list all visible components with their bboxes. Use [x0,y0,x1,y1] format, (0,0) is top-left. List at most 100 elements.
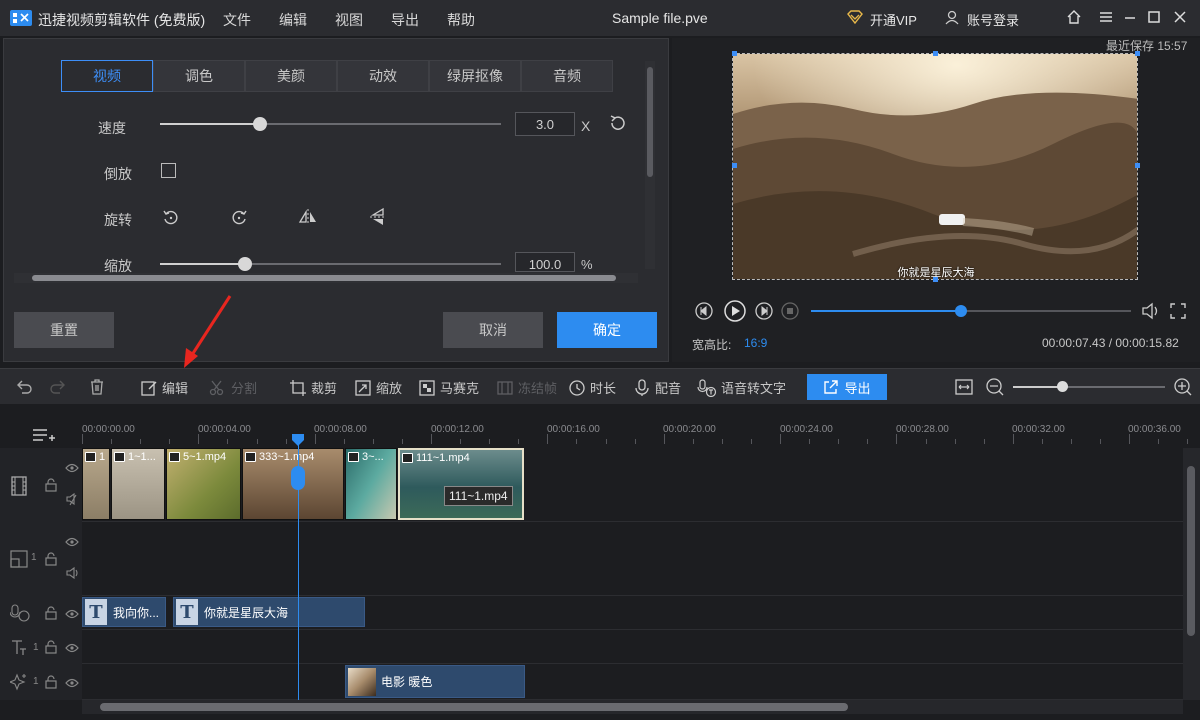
zoom-button[interactable]: 缩放 [354,378,402,397]
split-button[interactable]: 分割 [209,378,257,397]
tab-audio[interactable]: 音频 [521,60,613,92]
timeline-hscroll-thumb[interactable] [100,703,848,711]
resize-handle[interactable] [732,51,737,56]
lock-icon[interactable] [44,552,58,566]
lock-icon[interactable] [44,478,58,492]
props-hscrollbar[interactable] [14,273,638,283]
speed-input[interactable]: 3.0 [515,112,575,136]
visibility-icon[interactable] [65,609,79,619]
props-vscroll-thumb[interactable] [647,67,653,177]
menu-export[interactable]: 导出 [391,10,419,30]
add-track-icon[interactable] [31,426,55,444]
flip-vertical-icon[interactable] [368,207,388,227]
overlay-track-header: 1 [0,522,82,596]
resize-handle[interactable] [933,51,938,56]
rotate-right-icon[interactable] [229,207,249,227]
fullscreen-icon[interactable] [1168,301,1188,321]
previous-frame-icon[interactable] [694,301,714,321]
stop-icon[interactable] [780,301,800,321]
tab-video[interactable]: 视频 [61,60,153,92]
lock-icon[interactable] [44,640,58,654]
aspect-ratio-value[interactable]: 16:9 [744,336,767,350]
props-hscroll-thumb[interactable] [32,275,616,281]
tab-green-screen[interactable]: 绿屏抠像 [429,60,521,92]
reset-button[interactable]: 重置 [14,312,114,348]
speech-to-text-button[interactable]: 语音转文字 [697,378,786,397]
playback-progress-bar[interactable] [811,305,1131,317]
duration-button[interactable]: 时长 [568,378,616,397]
login-link[interactable]: 账号登录 [967,10,1019,29]
speech-to-text-label: 语音转文字 [721,381,787,396]
minimize-icon[interactable] [1122,9,1140,27]
time-ruler[interactable]: 00:00:00.00 00:00:04.00 00:00:08.00 00:0… [82,404,1200,448]
visibility-icon[interactable] [65,463,79,473]
flip-horizontal-icon[interactable] [298,207,318,227]
zoom-label: 缩放 [376,381,403,396]
video-clip[interactable]: 3~... [345,448,397,520]
undo-icon[interactable] [14,377,34,397]
visibility-icon[interactable] [65,643,79,653]
video-clip[interactable]: 1~1... [111,448,165,520]
dub-button[interactable]: 配音 [633,378,681,397]
menu-file[interactable]: 文件 [223,10,251,30]
zoom-in-icon[interactable] [1173,377,1193,397]
filter-thumbnail [348,667,376,696]
video-frame[interactable]: 你就是星辰大海 [732,53,1138,280]
lock-icon[interactable] [44,606,58,620]
play-icon[interactable] [723,299,747,323]
reverse-checkbox[interactable] [161,163,176,178]
timeline-hscrollbar[interactable] [82,700,1183,714]
confirm-button[interactable]: 确定 [557,312,657,348]
vip-link[interactable]: 开通VIP [870,10,917,29]
tab-color[interactable]: 调色 [153,60,245,92]
tab-motion[interactable]: 动效 [337,60,429,92]
timeline-zoom-slider[interactable] [1013,381,1165,392]
text-clip[interactable]: T 你就是星辰大海 [173,597,365,627]
speed-slider-knob[interactable] [253,117,267,131]
resize-handle[interactable] [933,277,938,282]
cancel-button[interactable]: 取消 [443,312,543,348]
video-clip-selected[interactable]: 111~1.mp4 111~1.mp4 [398,448,524,520]
fit-timeline-icon[interactable] [954,377,974,397]
zoom-out-icon[interactable] [985,377,1005,397]
resize-handle[interactable] [1135,51,1140,56]
menu-help[interactable]: 帮助 [447,10,475,30]
volume-icon[interactable] [65,566,79,580]
video-clip[interactable]: 1 [82,448,110,520]
menu-edit[interactable]: 编辑 [279,10,307,30]
redo-icon[interactable] [48,377,68,397]
freeze-frame-button[interactable]: 冻结帧 [496,378,557,397]
delete-icon[interactable] [87,377,107,397]
visibility-icon[interactable] [65,537,79,547]
scale-slider-knob[interactable] [238,257,252,271]
video-clip[interactable]: 5~1.mp4 [166,448,241,520]
edit-button[interactable]: 编辑 [140,378,188,397]
export-button[interactable]: 导出 [807,374,887,400]
text-clip[interactable]: T 我向你... [82,597,166,627]
props-vscrollbar[interactable] [645,61,655,269]
menu-view[interactable]: 视图 [335,10,363,30]
crop-button[interactable]: 裁剪 [289,378,337,397]
reset-speed-icon[interactable] [608,113,628,133]
scale-input[interactable]: 100.0 [515,252,575,272]
timeline-vscroll-thumb[interactable] [1187,466,1195,636]
playback-progress-knob[interactable] [955,305,968,317]
filter-clip[interactable]: 电影 暖色 [345,665,525,698]
home-icon[interactable] [1066,9,1084,27]
resize-handle[interactable] [732,163,737,168]
menu-icon[interactable] [1098,9,1116,27]
maximize-icon[interactable] [1146,9,1164,27]
volume-icon[interactable] [1140,301,1160,321]
lock-icon[interactable] [44,675,58,689]
mosaic-button[interactable]: 马赛克 [418,378,479,397]
visibility-icon[interactable] [65,678,79,688]
close-icon[interactable] [1172,9,1190,27]
timeline-zoom-knob[interactable] [1057,381,1068,392]
tab-beauty[interactable]: 美颜 [245,60,337,92]
next-frame-icon[interactable] [754,301,774,321]
resize-handle[interactable] [1135,163,1140,168]
playhead-split-handle[interactable] [291,466,305,490]
timeline-vscrollbar[interactable] [1183,448,1200,700]
mute-icon[interactable] [65,492,79,506]
rotate-left-icon[interactable] [161,207,181,227]
